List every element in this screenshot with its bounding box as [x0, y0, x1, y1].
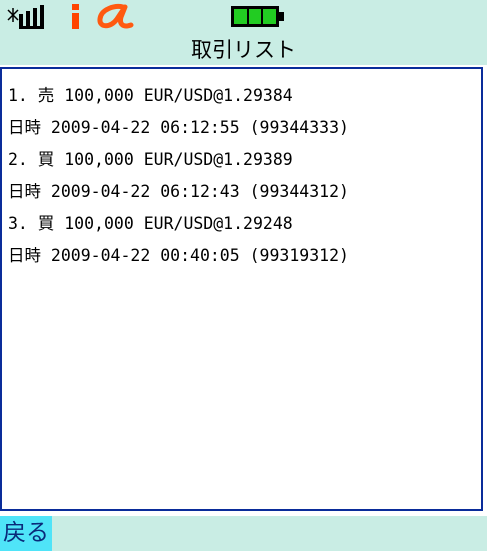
i-mode-icon: [72, 4, 79, 29]
signal-strength-icon: [7, 5, 44, 29]
trade-list[interactable]: 1. 売 100,000 EUR/USD@1.29384 日時 2009-04-…: [0, 67, 483, 511]
battery-icon: [231, 6, 284, 27]
list-item: 日時 2009-04-22 06:12:55 (99344333): [8, 118, 349, 137]
back-button[interactable]: 戻る: [0, 516, 52, 551]
list-item[interactable]: 1. 売 100,000 EUR/USD@1.29384: [8, 80, 349, 112]
list-item: 日時 2009-04-22 00:40:05 (99319312): [8, 246, 349, 265]
list-item[interactable]: 2. 買 100,000 EUR/USD@1.29389: [8, 144, 349, 176]
alpha-icon: [97, 4, 134, 29]
list-item[interactable]: 3. 買 100,000 EUR/USD@1.29248: [8, 208, 349, 240]
page-title: 取引リスト: [0, 35, 487, 65]
list-item: 日時 2009-04-22 06:12:43 (99344312): [8, 182, 349, 201]
status-bar: [0, 0, 487, 35]
softkey-bar: 戻る: [0, 516, 487, 551]
trade-list-items: 1. 売 100,000 EUR/USD@1.29384 日時 2009-04-…: [8, 80, 349, 272]
